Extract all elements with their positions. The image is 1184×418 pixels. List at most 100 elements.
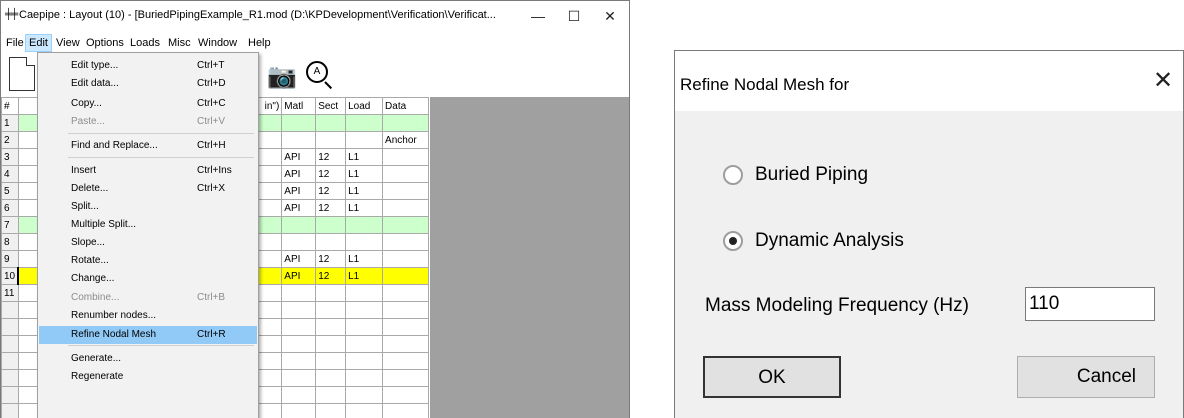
row-number[interactable]: 2: [1, 131, 19, 149]
menu-item[interactable]: Edit type... Ctrl+T: [39, 57, 257, 75]
load-cell[interactable]: [345, 369, 384, 387]
data-cell[interactable]: [382, 114, 429, 132]
load-cell[interactable]: [345, 131, 384, 149]
load-cell[interactable]: L1: [345, 199, 384, 217]
column-header[interactable]: Data: [382, 97, 429, 115]
matl-cell[interactable]: [281, 369, 317, 387]
sect-cell[interactable]: 12: [315, 165, 347, 183]
row-number[interactable]: [1, 403, 19, 418]
sect-cell[interactable]: [315, 216, 347, 234]
data-cell[interactable]: [382, 318, 429, 336]
data-cell[interactable]: [382, 369, 429, 387]
menu-window[interactable]: Window: [195, 34, 240, 52]
row-number[interactable]: 1: [1, 114, 19, 132]
matl-cell[interactable]: [281, 318, 317, 336]
load-cell[interactable]: L1: [345, 182, 384, 200]
row-number[interactable]: [1, 352, 19, 370]
buried-piping-label[interactable]: Buried Piping: [755, 164, 868, 186]
new-document-icon[interactable]: [9, 57, 35, 91]
row-number[interactable]: [1, 301, 19, 319]
menu-item[interactable]: Paste... Ctrl+V: [39, 113, 257, 131]
dialog-title-bar[interactable]: Refine Nodal Mesh for ✕: [675, 51, 1183, 111]
sect-cell[interactable]: 12: [315, 148, 347, 166]
matl-cell[interactable]: API: [281, 148, 317, 166]
sect-cell[interactable]: [315, 318, 347, 336]
menu-item[interactable]: Combine... Ctrl+B: [39, 289, 257, 307]
menu-item[interactable]: Insert Ctrl+Ins: [39, 162, 257, 180]
sect-cell[interactable]: [315, 131, 347, 149]
load-cell[interactable]: L1: [345, 267, 384, 285]
row-number[interactable]: [1, 318, 19, 336]
menu-item[interactable]: Multiple Split...: [39, 216, 257, 234]
menu-item[interactable]: Find and Replace... Ctrl+H: [39, 137, 257, 155]
menu-view[interactable]: View: [53, 34, 83, 52]
menu-item[interactable]: Change...: [39, 270, 257, 288]
column-header[interactable]: Matl: [281, 97, 317, 115]
matl-cell[interactable]: [281, 114, 317, 132]
sect-cell[interactable]: [315, 386, 347, 404]
matl-cell[interactable]: API: [281, 182, 317, 200]
menu-help[interactable]: Help: [245, 34, 274, 52]
load-cell[interactable]: [345, 284, 384, 302]
data-cell[interactable]: [382, 250, 429, 268]
matl-cell[interactable]: [281, 403, 317, 418]
sect-cell[interactable]: 12: [315, 250, 347, 268]
row-number[interactable]: 5: [1, 182, 19, 200]
matl-cell[interactable]: API: [281, 199, 317, 217]
load-cell[interactable]: [345, 335, 384, 353]
row-number[interactable]: [1, 386, 19, 404]
load-cell[interactable]: L1: [345, 250, 384, 268]
dynamic-analysis-label[interactable]: Dynamic Analysis: [755, 230, 904, 252]
column-header[interactable]: Sect: [315, 97, 347, 115]
buried-piping-radio[interactable]: [723, 165, 743, 185]
matl-cell[interactable]: [281, 352, 317, 370]
cancel-button[interactable]: Cancel: [1017, 356, 1155, 398]
data-cell[interactable]: Anchor: [382, 131, 429, 149]
data-cell[interactable]: [382, 352, 429, 370]
menu-item[interactable]: Delete... Ctrl+X: [39, 180, 257, 198]
load-cell[interactable]: [345, 233, 384, 251]
data-cell[interactable]: [382, 301, 429, 319]
load-cell[interactable]: [345, 352, 384, 370]
matl-cell[interactable]: [281, 301, 317, 319]
sect-cell[interactable]: 12: [315, 199, 347, 217]
column-header[interactable]: #: [1, 97, 19, 115]
row-number[interactable]: 3: [1, 148, 19, 166]
matl-cell[interactable]: [281, 131, 317, 149]
load-cell[interactable]: L1: [345, 148, 384, 166]
menu-file[interactable]: File: [3, 34, 27, 52]
sect-cell[interactable]: [315, 369, 347, 387]
data-cell[interactable]: [382, 182, 429, 200]
row-number[interactable]: 10: [1, 267, 19, 285]
matl-cell[interactable]: API: [281, 250, 317, 268]
minimize-button[interactable]: —: [521, 5, 555, 27]
menu-item[interactable]: Renumber nodes...: [39, 307, 257, 325]
row-number[interactable]: 6: [1, 199, 19, 217]
close-button[interactable]: ✕: [593, 5, 627, 27]
menu-item[interactable]: Refine Nodal Mesh Ctrl+R: [39, 326, 257, 344]
sect-cell[interactable]: [315, 284, 347, 302]
matl-cell[interactable]: [281, 335, 317, 353]
camera-icon[interactable]: 📷: [267, 65, 297, 89]
data-cell[interactable]: [382, 403, 429, 418]
matl-cell[interactable]: [281, 233, 317, 251]
load-cell[interactable]: [345, 386, 384, 404]
matl-cell[interactable]: API: [281, 165, 317, 183]
sect-cell[interactable]: [315, 403, 347, 418]
menu-item[interactable]: Generate...: [39, 350, 257, 368]
data-cell[interactable]: [382, 148, 429, 166]
sect-cell[interactable]: 12: [315, 182, 347, 200]
row-number[interactable]: 7: [1, 216, 19, 234]
dynamic-analysis-radio[interactable]: [723, 231, 743, 251]
mass-frequency-input[interactable]: 110: [1025, 287, 1155, 321]
row-number[interactable]: 11: [1, 284, 19, 302]
load-cell[interactable]: [345, 403, 384, 418]
load-cell[interactable]: [345, 216, 384, 234]
data-cell[interactable]: [382, 267, 429, 285]
menu-edit[interactable]: Edit: [25, 34, 52, 52]
matl-cell[interactable]: [281, 216, 317, 234]
data-cell[interactable]: [382, 216, 429, 234]
load-cell[interactable]: L1: [345, 165, 384, 183]
matl-cell[interactable]: [281, 386, 317, 404]
data-cell[interactable]: [382, 335, 429, 353]
